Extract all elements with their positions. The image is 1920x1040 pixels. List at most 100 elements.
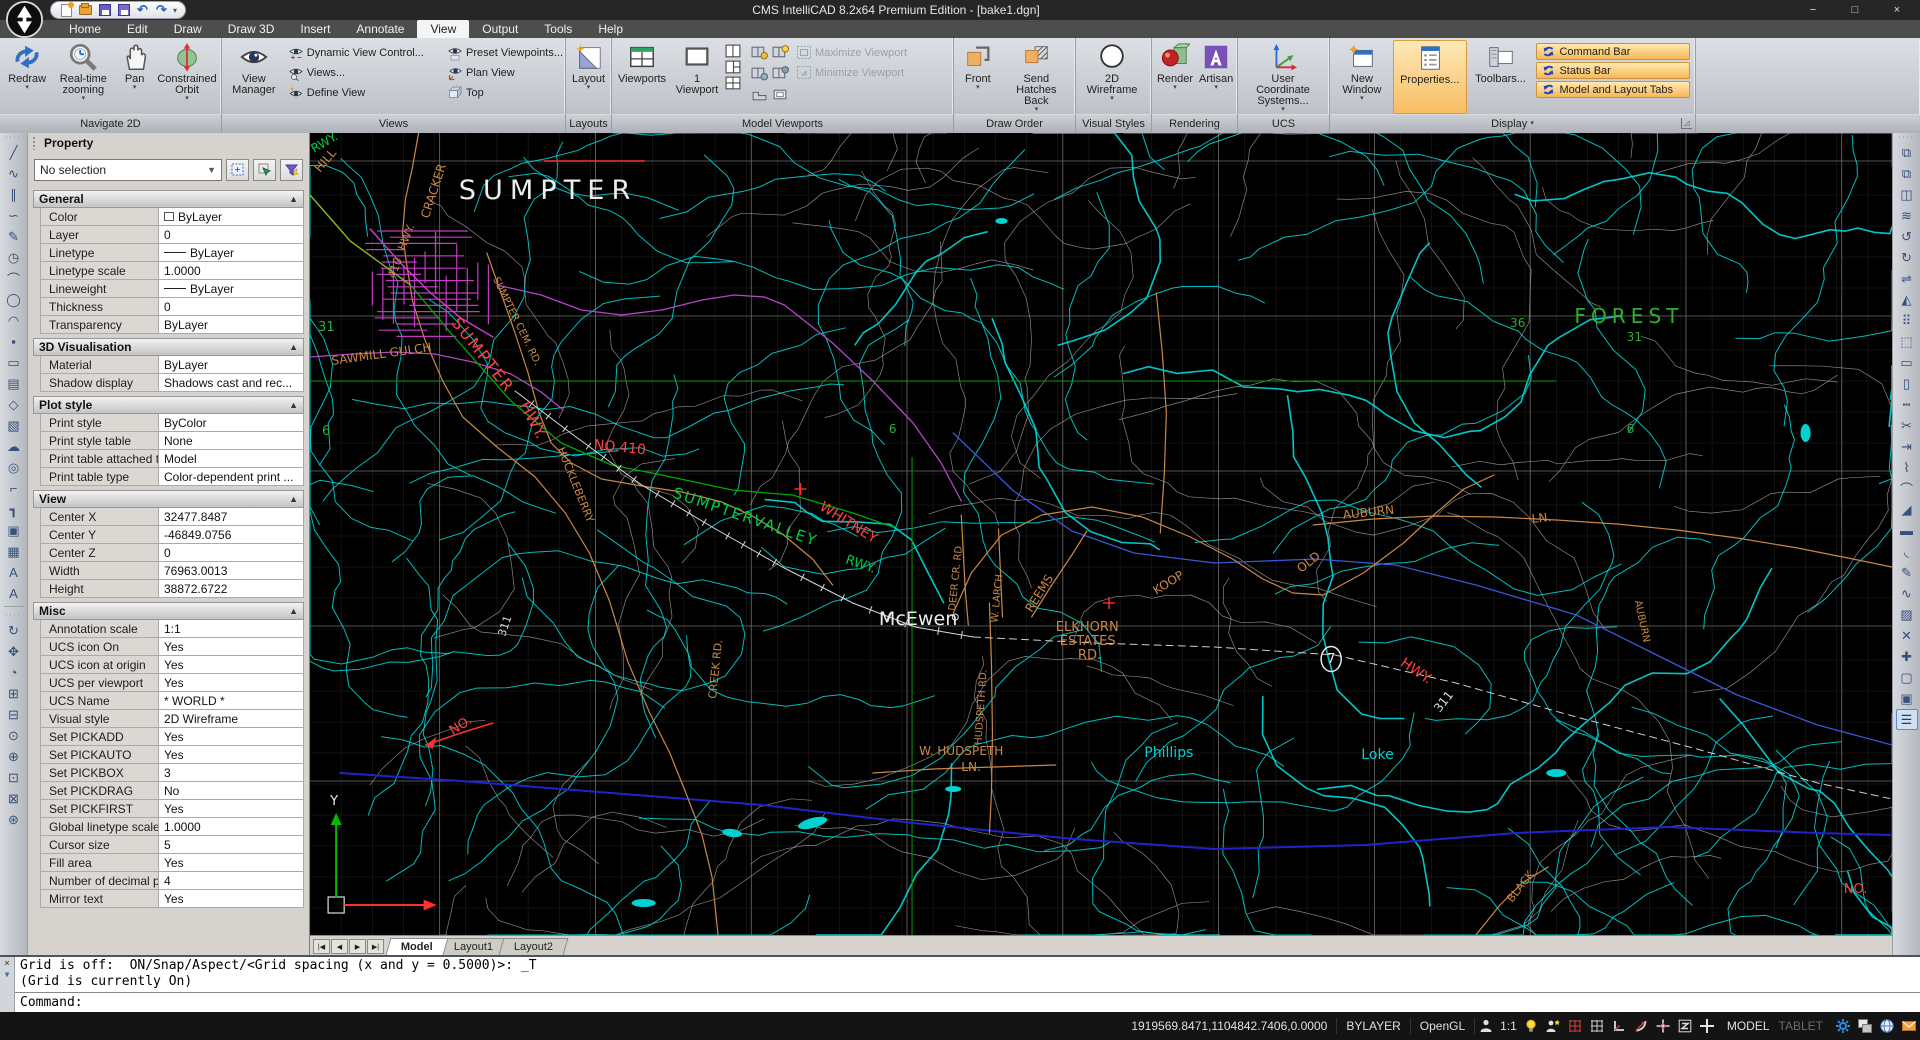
property-value[interactable]: 0 [159, 226, 303, 243]
offset-icon[interactable]: ◫ [1896, 184, 1918, 205]
viewport-single-icon[interactable] [772, 86, 789, 101]
fillet-icon[interactable]: ◟ [1896, 541, 1918, 562]
zoom-extents-icon[interactable]: ⊠ [3, 788, 25, 809]
viewport-light-icon[interactable] [772, 44, 789, 59]
menu-tab-draw-3d[interactable]: Draw 3D [215, 20, 288, 38]
viewport-unlock-icon[interactable] [751, 65, 768, 80]
zoom-all-icon[interactable]: ⊛ [3, 809, 25, 830]
polar-tracking-icon[interactable] [1631, 1016, 1651, 1036]
double-line-icon[interactable]: ∥ [3, 184, 25, 205]
plan-view-button[interactable]: Plan View [444, 63, 562, 82]
arc-icon[interactable]: ⌒ [3, 268, 25, 289]
menu-tab-tools[interactable]: Tools [531, 20, 585, 38]
property-value[interactable]: ByLayer [159, 280, 303, 297]
property-value[interactable]: ByLayer [159, 356, 303, 373]
annotation-visibility-icon[interactable] [1521, 1016, 1541, 1036]
annotation-person-icon[interactable] [1476, 1016, 1496, 1036]
command-history[interactable]: Grid is off: ON/Snap/Aspect/<Grid spacin… [15, 957, 1920, 993]
crosshair-icon[interactable] [1697, 1016, 1717, 1036]
views-button[interactable]: Views... [285, 63, 442, 82]
maximize-viewport-button[interactable]: Maximize Viewport [793, 43, 921, 62]
edit-spline-icon[interactable]: ∿ [1896, 583, 1918, 604]
preset-viewpoints-button[interactable]: Preset Viewpoints... [444, 43, 562, 62]
property-value[interactable]: ByColor [159, 414, 303, 431]
property-value[interactable]: 0 [159, 298, 303, 315]
define-view-button[interactable]: Define View [285, 83, 442, 102]
save-as-icon[interactable] [116, 3, 131, 17]
view-manager-button[interactable]: View Manager [225, 40, 283, 114]
command-expand-icon[interactable]: ▼ [5, 970, 10, 979]
quick-select-button[interactable] [253, 159, 276, 181]
section-header-misc[interactable]: Misc▲ [33, 602, 304, 620]
close-button[interactable]: × [1876, 1, 1918, 19]
zoom-center-icon[interactable]: ⊡ [3, 767, 25, 788]
entity-track-icon[interactable] [1653, 1016, 1673, 1036]
tab-layout2[interactable]: Layout2 [499, 938, 569, 955]
property-value[interactable]: Yes [159, 890, 303, 907]
menu-tab-insert[interactable]: Insert [287, 20, 343, 38]
open-icon[interactable] [78, 3, 93, 17]
text-icon[interactable]: A [3, 562, 25, 583]
send-hatches-back-button[interactable]: Send Hatches Back▾ [1001, 40, 1072, 114]
chamfer-icon[interactable]: ◢ [1896, 499, 1918, 520]
grid-toggle-icon[interactable] [1587, 1016, 1607, 1036]
edit-polyline-icon[interactable]: ✎ [1896, 562, 1918, 583]
property-value[interactable]: 5 [159, 836, 303, 853]
property-value[interactable]: ByLayer [159, 316, 303, 333]
top-button[interactable]: Top [444, 83, 562, 102]
viewport-split-two-icon[interactable] [725, 43, 742, 58]
property-value[interactable]: Model [159, 450, 303, 467]
filter-button[interactable] [280, 159, 303, 181]
tab-scroll-button[interactable]: ▶| [367, 939, 384, 954]
menu-tab-edit[interactable]: Edit [114, 20, 161, 38]
polyline-icon[interactable]: ∿ [3, 163, 25, 184]
point-icon[interactable]: ▪ [3, 331, 25, 352]
properties-icon[interactable]: ☰ [1896, 709, 1918, 730]
mirror-copy-icon[interactable]: ⧉ [1896, 163, 1918, 184]
section-header-view[interactable]: View▲ [33, 490, 304, 508]
tablet-toggle[interactable]: TABLET [1779, 1019, 1832, 1033]
property-value[interactable]: Yes [159, 674, 303, 691]
boundary-hatch-icon[interactable]: ▧ [3, 415, 25, 436]
snap-toggle-icon[interactable] [1565, 1016, 1585, 1036]
mail-icon[interactable] [1899, 1016, 1919, 1036]
toolbar-grip[interactable]: ⋅⋅⋅⋅ [6, 135, 22, 142]
circle-icon[interactable]: ◷ [3, 247, 25, 268]
tab-scroll-button[interactable]: ▶ [349, 939, 366, 954]
property-value[interactable]: ByLayer [159, 244, 303, 261]
property-value[interactable]: 32477.8487 [159, 508, 303, 525]
join-icon[interactable]: ⌒ [1896, 478, 1918, 499]
viewport-split-four-icon[interactable] [725, 75, 742, 90]
lengthen-icon[interactable]: ┅ [1896, 394, 1918, 415]
panel-grip[interactable] [32, 136, 36, 150]
trim-icon[interactable]: ✂ [1896, 415, 1918, 436]
autoscale-icon[interactable] [1543, 1016, 1563, 1036]
line-icon[interactable]: ╱ [3, 142, 25, 163]
select-objects-button[interactable] [226, 159, 249, 181]
window-layout-icon[interactable] [1855, 1016, 1875, 1036]
property-value[interactable]: Yes [159, 728, 303, 745]
leader-icon[interactable]: ⌐ [3, 478, 25, 499]
tab-layout1[interactable]: Layout1 [438, 938, 508, 955]
scale-icon[interactable]: ▭ [1896, 352, 1918, 373]
viewport-lock-icon[interactable] [751, 44, 768, 59]
zoom-previous-icon[interactable]: ⊟ [3, 704, 25, 725]
dynamic-view-control-button[interactable]: Dynamic View Control... [285, 43, 442, 62]
measure-icon[interactable]: ▬ [1896, 520, 1918, 541]
command-input[interactable]: Command: [15, 993, 1920, 1012]
erase-icon[interactable]: ✕ [1896, 625, 1918, 646]
ellipse-icon[interactable]: ◯ [3, 289, 25, 310]
menu-tab-draw[interactable]: Draw [161, 20, 215, 38]
model-space-toggle[interactable]: MODEL [1718, 1019, 1779, 1033]
array-icon[interactable]: ⠿ [1896, 310, 1918, 331]
ortho-toggle-icon[interactable] [1609, 1016, 1629, 1036]
array-polar-icon[interactable]: ⬚ [1896, 331, 1918, 352]
app-logo-icon[interactable] [6, 1, 43, 38]
section-header-plot-style[interactable]: Plot style▲ [33, 396, 304, 414]
arc-3point-icon[interactable]: ◠ [3, 310, 25, 331]
elbow-icon[interactable]: ┓ [3, 499, 25, 520]
region-icon[interactable]: ▣ [3, 520, 25, 541]
settings-gear-icon[interactable] [1833, 1016, 1853, 1036]
new-icon[interactable] [59, 3, 74, 17]
align-icon[interactable]: ≋ [1896, 205, 1918, 226]
